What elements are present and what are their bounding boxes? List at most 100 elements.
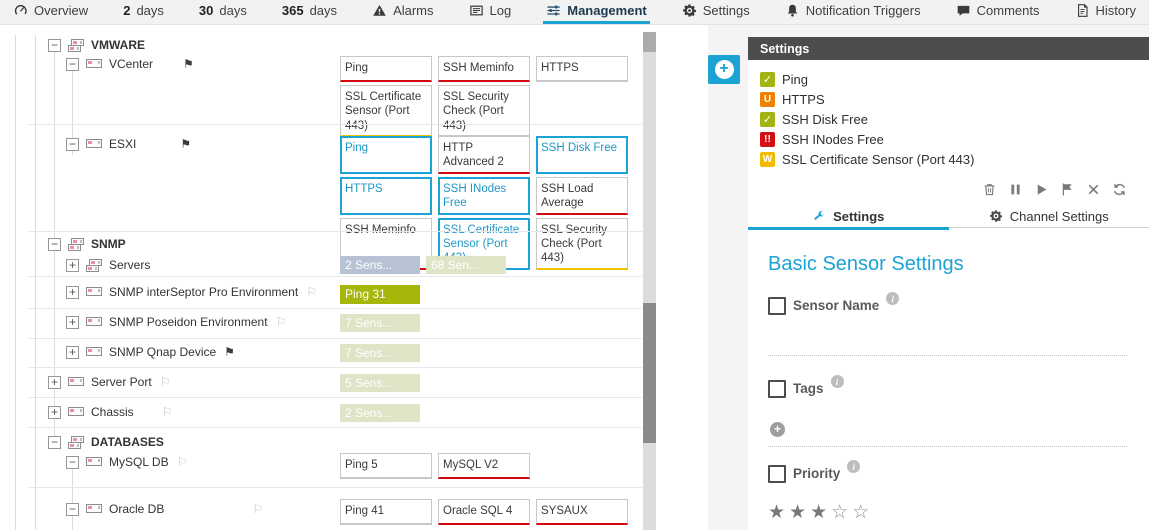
comment-icon — [956, 3, 971, 18]
flag-icon[interactable]: ⚑ — [224, 346, 235, 358]
priority-stars[interactable]: ★★★☆☆ — [768, 501, 1127, 524]
expand-toggle[interactable]: + — [48, 376, 61, 389]
refresh-button[interactable] — [1112, 182, 1127, 197]
sensor-count-badge[interactable]: 68 Sen... — [426, 256, 506, 274]
sensor-box[interactable]: SYSAUX — [536, 499, 628, 525]
add-tag-button[interactable]: + — [770, 422, 785, 437]
tree-label[interactable]: Chassis — [91, 406, 134, 419]
tree-scrollbar[interactable] — [643, 32, 656, 530]
play-button[interactable] — [1034, 182, 1049, 197]
tree-label[interactable]: Server Port — [91, 376, 152, 389]
sensor-box[interactable]: SSH INodes Free — [438, 177, 530, 215]
sensor-box[interactable]: SSH Disk Free — [536, 136, 628, 174]
sensor-box[interactable]: HTTPS — [536, 56, 628, 82]
tree-device-row: − Oracle DB ⚐ Ping 41Oracle SQL 4SYSAUX — [0, 488, 708, 529]
sensor-count-badge[interactable]: 7 Sens... — [340, 344, 420, 362]
nav-item-label: Comments — [977, 3, 1040, 18]
tree-label[interactable]: ESXI — [109, 138, 136, 151]
collapse-toggle[interactable]: − — [66, 138, 79, 151]
expand-toggle[interactable]: + — [66, 346, 79, 359]
nav-item-log[interactable]: Log — [466, 0, 515, 24]
tab-settings[interactable]: Settings — [748, 205, 949, 230]
expand-toggle[interactable]: + — [48, 406, 61, 419]
sensor-name-checkbox[interactable] — [768, 297, 786, 315]
sensor-count-badge[interactable]: 2 Sens... — [340, 404, 420, 422]
filled-stars[interactable]: ★★★ — [768, 502, 831, 523]
collapse-toggle[interactable]: − — [48, 39, 61, 52]
nav-item-history[interactable]: History — [1072, 0, 1139, 24]
sensor-count-badge[interactable]: 2 Sens... — [340, 256, 420, 274]
tree-label[interactable]: VMWARE — [91, 39, 145, 52]
tree-device-row: + SNMP interSeptor Pro Environment ⚐ Ping 3… — [0, 277, 708, 309]
close-button[interactable] — [1086, 182, 1101, 197]
selected-sensor-item[interactable]: ✓Ping — [760, 72, 1139, 87]
tree-label[interactable]: SNMP — [91, 238, 126, 251]
info-icon[interactable]: i — [886, 292, 899, 305]
flag-icon[interactable]: ⚐ — [306, 286, 317, 298]
tree-label[interactable]: Servers — [109, 259, 150, 272]
expand-toggle[interactable]: + — [66, 259, 79, 272]
collapse-toggle[interactable]: − — [66, 58, 79, 71]
expand-toggle[interactable]: + — [66, 316, 79, 329]
collapse-toggle[interactable]: − — [66, 456, 79, 469]
collapse-toggle[interactable]: − — [48, 238, 61, 251]
nav-item-days[interactable]: 30days — [196, 0, 250, 24]
expand-toggle[interactable]: + — [66, 286, 79, 299]
sensor-box[interactable]: Ping 41 — [340, 499, 432, 525]
nav-item-days[interactable]: 365days — [279, 0, 340, 24]
trash-button[interactable] — [982, 182, 997, 197]
flag-icon[interactable]: ⚑ — [183, 58, 194, 70]
flag-icon[interactable]: ⚐ — [162, 406, 173, 418]
tags-checkbox[interactable] — [768, 380, 786, 398]
flag-icon[interactable]: ⚑ — [180, 138, 191, 150]
sensor-box[interactable]: MySQL V2 — [438, 453, 530, 479]
tree-device-row: + Servers 2 Sens... 68 Sen... — [0, 254, 708, 277]
sensor-count-badge[interactable]: 5 Sens... — [340, 374, 420, 392]
selected-sensor-item[interactable]: WSSL Certificate Sensor (Port 443) — [760, 152, 1139, 167]
nav-item-comments[interactable]: Comments — [953, 0, 1043, 24]
sensor-count-badge[interactable]: Ping 31 — [340, 285, 420, 304]
flag-button[interactable] — [1060, 182, 1075, 197]
tree-label[interactable]: DATABASES — [91, 436, 164, 449]
info-icon[interactable]: i — [831, 375, 844, 388]
priority-checkbox[interactable] — [768, 465, 786, 483]
flag-icon[interactable]: ⚐ — [252, 503, 263, 515]
settings-panel: Settings ✓Ping UHTTPS ✓SSH Disk Free !!SSH … — [748, 37, 1149, 530]
tab-channel-settings[interactable]: Channel Settings — [949, 205, 1149, 228]
sensor-box[interactable]: HTTPS — [340, 177, 432, 215]
add-sensor-button[interactable]: + — [708, 55, 740, 84]
tree-label[interactable]: SNMP Qnap Device — [109, 346, 216, 359]
sensor-box[interactable]: Ping 5 — [340, 453, 432, 479]
selected-sensor-item[interactable]: UHTTPS — [760, 92, 1139, 107]
sensor-box[interactable]: HTTP Advanced 2 — [438, 136, 530, 174]
sensor-box[interactable]: Oracle SQL 4 — [438, 499, 530, 525]
tree-label[interactable]: VCenter — [109, 58, 153, 71]
sensor-box[interactable]: Ping — [340, 136, 432, 174]
sensor-box[interactable]: SSH Load Average — [536, 177, 628, 215]
tree-label[interactable]: MySQL DB — [109, 456, 169, 469]
selected-sensor-item[interactable]: !!SSH INodes Free — [760, 132, 1139, 147]
nav-item-days[interactable]: 2days — [120, 0, 167, 24]
scrollbar-thumb[interactable] — [643, 303, 656, 443]
tree-group-row: − DATABASES — [0, 428, 708, 451]
flag-icon[interactable]: ⚐ — [276, 316, 287, 328]
selected-sensor-item[interactable]: ✓SSH Disk Free — [760, 112, 1139, 127]
tree-label[interactable]: Oracle DB — [109, 503, 164, 516]
info-icon[interactable]: i — [847, 460, 860, 473]
pause-button[interactable] — [1008, 182, 1023, 197]
nav-item-alarms[interactable]: Alarms — [369, 0, 436, 24]
nav-item-overview[interactable]: Overview — [10, 0, 91, 24]
sensor-count-badge[interactable]: 7 Sens... — [340, 314, 420, 332]
nav-item-management[interactable]: Management — [543, 0, 649, 24]
sensor-box[interactable]: SSH Meminfo — [438, 56, 530, 82]
nav-item-notification-triggers[interactable]: Notification Triggers — [782, 0, 924, 24]
empty-stars[interactable]: ☆☆ — [831, 502, 873, 523]
collapse-toggle[interactable]: − — [48, 436, 61, 449]
tree-label[interactable]: SNMP interSeptor Pro Environment — [109, 286, 298, 299]
flag-icon[interactable]: ⚐ — [177, 456, 188, 468]
sensor-box[interactable]: Ping — [340, 56, 432, 82]
flag-icon[interactable]: ⚐ — [160, 376, 171, 388]
collapse-toggle[interactable]: − — [66, 503, 79, 516]
nav-item-settings[interactable]: Settings — [679, 0, 753, 24]
tree-label[interactable]: SNMP Poseidon Environment — [109, 316, 268, 329]
